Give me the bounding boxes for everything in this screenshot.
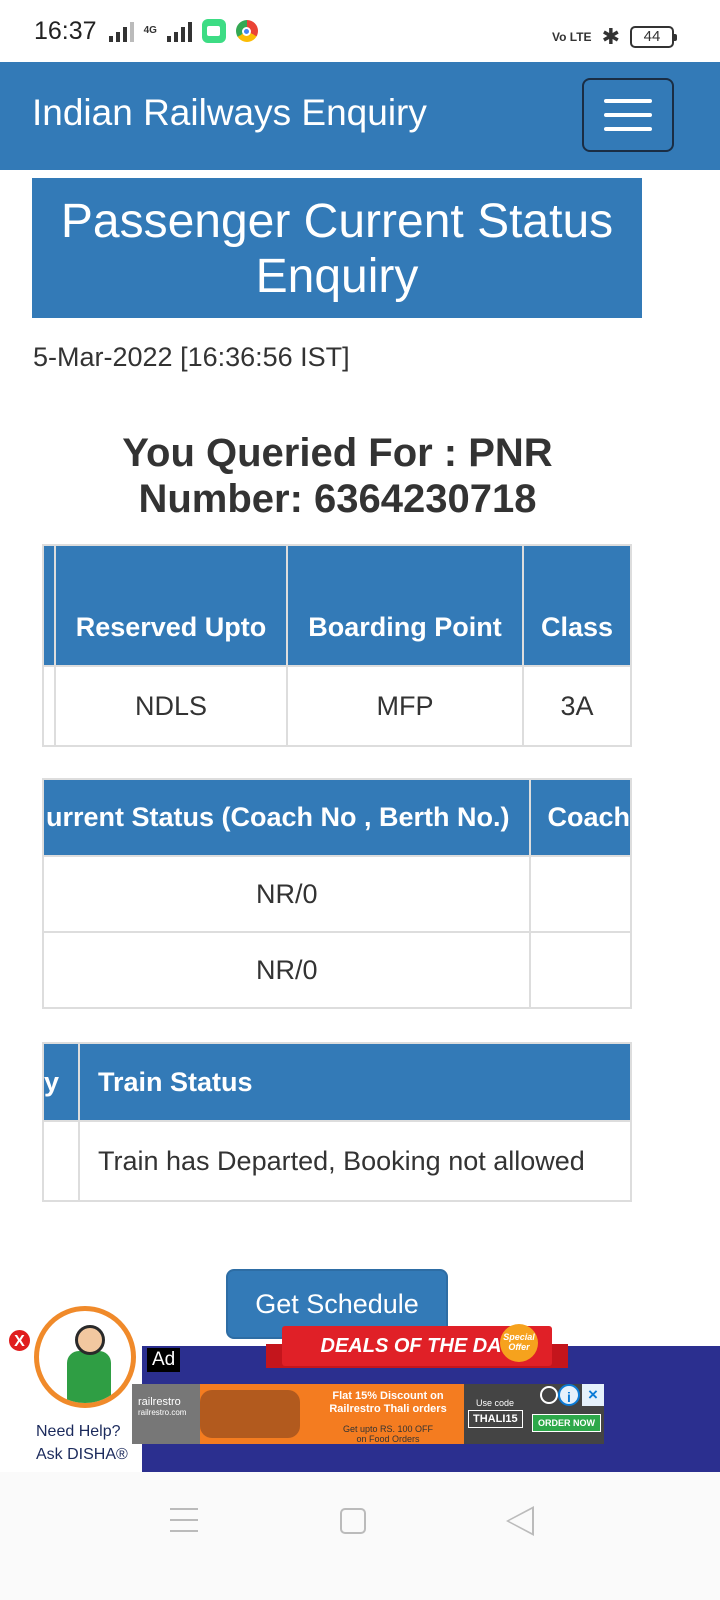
status-right: Vo LTE ✱ 44 xyxy=(552,24,677,50)
adchoices-icon[interactable]: i xyxy=(558,1384,580,1406)
table-cell-train-status: Train has Departed, Booking not allowed xyxy=(78,1120,632,1202)
page-title-line1: Passenger Current Status xyxy=(60,195,614,248)
offer-line1: Flat 15% Discount on xyxy=(332,1390,444,1402)
disha-help-text[interactable]: Need Help? Ask DISHA® xyxy=(36,1420,128,1466)
table-cell-coach xyxy=(529,855,632,933)
queried-heading: You Queried For : PNR Number: 6364230718 xyxy=(0,430,675,522)
thali-image xyxy=(200,1390,300,1438)
special-offer-badge: Special Offer xyxy=(500,1324,538,1362)
hamburger-menu-button[interactable] xyxy=(582,78,674,152)
back-icon[interactable] xyxy=(506,1506,534,1536)
disha-body xyxy=(67,1351,111,1403)
table-header-boarding-point: Boarding Point xyxy=(286,544,524,667)
table-cell-class: 3A xyxy=(522,665,632,747)
table-header-train-status: Train Status xyxy=(78,1042,632,1122)
code-label: Use code xyxy=(476,1398,515,1408)
offer-line2: Railrestro Thali orders xyxy=(329,1403,447,1415)
journey-details-table: Reserved Upto Boarding Point Class NDLS … xyxy=(42,544,632,747)
order-now-button[interactable]: ORDER NOW xyxy=(532,1414,601,1432)
disha-close-icon[interactable]: X xyxy=(8,1329,31,1352)
table-header-row: urrent Status (Coach No , Berth No.) Coa… xyxy=(41,778,632,857)
ad-close-icon[interactable]: × xyxy=(582,1384,604,1406)
play-icon[interactable] xyxy=(540,1386,558,1404)
page-title-line2: Enquiry xyxy=(255,250,419,303)
disha-face xyxy=(75,1325,105,1355)
message-app-icon xyxy=(201,19,226,43)
table-header-cut xyxy=(42,544,56,667)
railrestro-site: railrestro.com xyxy=(138,1408,187,1417)
offer-sub: Get upto RS. 100 OFF on Food Orders xyxy=(308,1424,468,1444)
table-header-row: Reserved Upto Boarding Point Class xyxy=(42,544,632,667)
table-cell-reserved-upto: NDLS xyxy=(54,665,288,747)
navbar-brand[interactable]: Indian Railways Enquiry xyxy=(32,92,427,134)
table-row: NR/0 xyxy=(41,931,632,1009)
table-cell-boarding-point: MFP xyxy=(286,665,524,747)
page-title: Passenger Current Status Enquiry xyxy=(32,178,642,318)
ad-offer-text: Flat 15% Discount on Railrestro Thali or… xyxy=(308,1390,468,1444)
system-nav-bar xyxy=(0,1472,720,1600)
disha-line2: Ask DISHA® xyxy=(36,1446,128,1463)
signal-icon xyxy=(108,20,134,42)
status-icons: 4G xyxy=(108,19,258,43)
table-cell-cut xyxy=(42,1120,80,1202)
queried-line2: Number: 6364230718 xyxy=(138,477,537,521)
table-row: Train has Departed, Booking not allowed xyxy=(42,1120,632,1202)
battery-icon: 44 xyxy=(630,26,677,48)
signal-icon-2 xyxy=(166,20,192,42)
table-cell-current-status: NR/0 xyxy=(41,931,532,1009)
query-timestamp: 5-Mar-2022 [16:36:56 IST] xyxy=(33,342,350,372)
volte-icon: Vo LTE xyxy=(552,30,592,44)
table-header-class: Class xyxy=(522,544,632,667)
status-time: 16:37 xyxy=(34,16,97,45)
table-header-coach: Coach xyxy=(529,778,632,857)
bluetooth-icon: ✱ xyxy=(601,24,620,49)
recent-apps-icon[interactable] xyxy=(170,1508,198,1532)
passenger-status-table: urrent Status (Coach No , Berth No.) Coa… xyxy=(41,778,632,1009)
table-cell-cut xyxy=(42,665,56,747)
table-header-row: y Train Status xyxy=(42,1042,632,1122)
ad-label: Ad xyxy=(147,1348,181,1372)
railrestro-brand: railrestro xyxy=(138,1396,181,1408)
hamburger-icon xyxy=(604,99,652,103)
promo-code: THALI15 xyxy=(468,1410,523,1428)
offer-sub2: on Food Orders xyxy=(356,1434,420,1444)
table-header-current-status: urrent Status (Coach No , Berth No.) xyxy=(41,778,532,857)
disha-line1: Need Help? xyxy=(36,1423,121,1440)
table-cell-coach xyxy=(529,931,632,1009)
home-icon[interactable] xyxy=(340,1508,366,1534)
network-tag: 4G xyxy=(143,25,157,36)
disha-avatar[interactable] xyxy=(34,1306,136,1408)
table-header-cut: y xyxy=(42,1042,80,1122)
ad-creative[interactable]: railrestro railrestro.com Flat 15% Disco… xyxy=(132,1384,604,1444)
table-header-reserved-upto: Reserved Upto xyxy=(54,544,288,667)
status-bar: 16:37 4G Vo LTE ✱ 44 xyxy=(0,0,720,62)
table-cell-current-status: NR/0 xyxy=(41,855,532,933)
chrome-icon xyxy=(235,20,258,42)
queried-line1: You Queried For : PNR xyxy=(122,431,553,475)
navbar: Indian Railways Enquiry xyxy=(0,62,720,170)
table-row: NR/0 xyxy=(41,855,632,933)
table-row: NDLS MFP 3A xyxy=(42,665,632,747)
offer-sub1: Get upto RS. 100 OFF xyxy=(342,1424,434,1434)
railrestro-logo: railrestro railrestro.com xyxy=(132,1384,200,1444)
train-status-table: y Train Status Train has Departed, Booki… xyxy=(42,1042,632,1202)
